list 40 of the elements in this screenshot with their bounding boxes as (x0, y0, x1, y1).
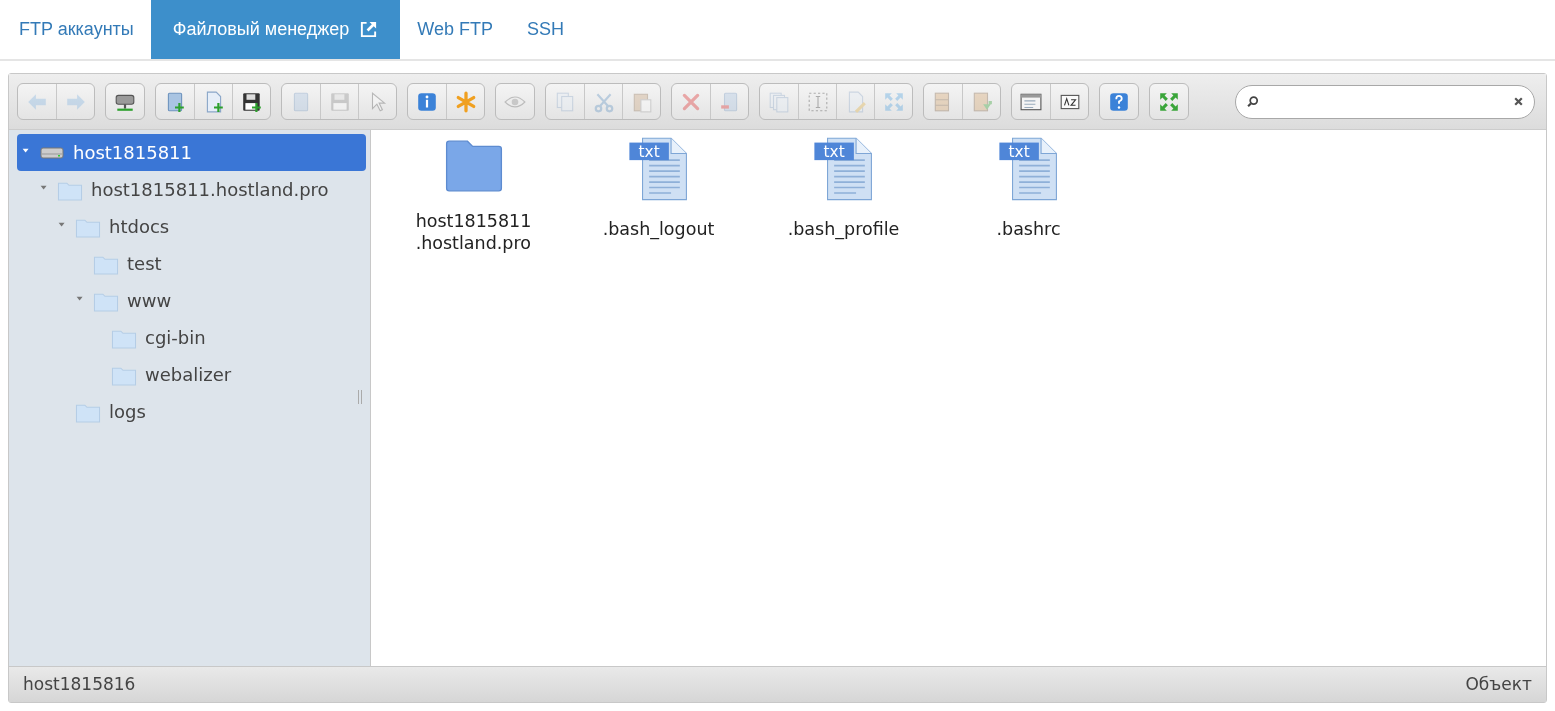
info-icon (416, 90, 438, 113)
search-icon (1246, 94, 1260, 109)
tree-label: test (127, 252, 162, 276)
tab[interactable]: SSH (510, 0, 581, 59)
file-name[interactable]: host1815811 .hostland.pro (415, 210, 532, 254)
asterisk-icon (454, 90, 477, 113)
tab[interactable]: Файловый менеджер (150, 0, 401, 59)
help-icon (1108, 90, 1130, 113)
tree-label: www (127, 289, 172, 313)
tree-item[interactable]: host1815811.hostland.pro (17, 171, 366, 208)
text-cursor-icon (806, 90, 829, 113)
tree-item[interactable]: cgi-bin (17, 319, 366, 356)
files-icon (768, 90, 790, 113)
clear-icon (1513, 96, 1524, 107)
tree-item[interactable]: host1815811 (17, 134, 366, 171)
tree-item[interactable]: www (17, 282, 366, 319)
tree-label: host1815811 (73, 141, 193, 165)
tree-item[interactable]: htdocs (17, 208, 366, 245)
tree-label: host1815811.hostland.pro (91, 178, 329, 202)
tree-label: cgi-bin (145, 326, 206, 350)
status-path: host1815816 (23, 672, 136, 696)
file-name[interactable]: .bashrc (996, 218, 1061, 240)
tab[interactable]: Web FTP (400, 0, 510, 59)
floppy-plus-icon (240, 90, 263, 113)
tree-item[interactable]: webalizer (17, 356, 366, 393)
tree-label: htdocs (109, 215, 170, 239)
file-name[interactable]: .bash_profile (787, 218, 900, 240)
fullscreen-icon (1158, 90, 1180, 113)
tree-item[interactable]: logs (17, 393, 366, 430)
search-field[interactable] (1235, 84, 1535, 119)
copy-icon (554, 90, 576, 113)
status-count: Объект (1465, 672, 1532, 696)
tab[interactable]: FTP аккаунты (2, 0, 151, 59)
tree-item[interactable]: test (17, 245, 366, 282)
tree-label: logs (109, 400, 146, 424)
expand-arrows-icon (882, 90, 905, 113)
floppy-icon (328, 90, 351, 113)
tree-label: webalizer (145, 363, 232, 387)
file-name[interactable]: .bash_logout (602, 218, 715, 240)
resize-handle[interactable] (358, 390, 362, 404)
